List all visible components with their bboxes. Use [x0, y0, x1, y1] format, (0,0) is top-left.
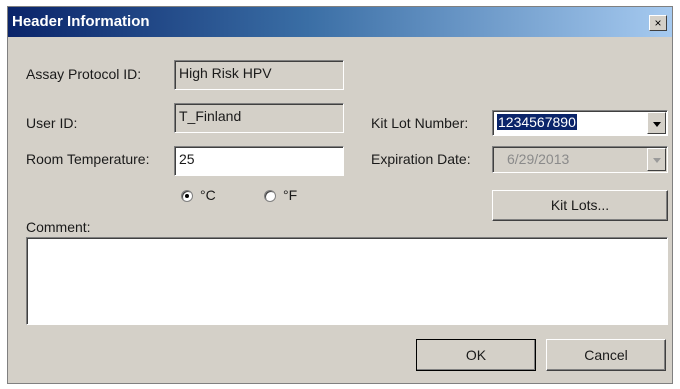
close-button[interactable]: × [649, 15, 667, 31]
chevron-down-icon[interactable] [647, 112, 666, 134]
close-icon: × [654, 16, 662, 30]
comment-textarea[interactable] [26, 237, 668, 325]
fahrenheit-label[interactable]: °F [283, 187, 297, 203]
title-bar[interactable]: Header Information × [8, 7, 672, 37]
fahrenheit-radio[interactable] [264, 190, 276, 202]
cancel-button[interactable]: Cancel [546, 339, 666, 371]
assay-protocol-id-value: High Risk HPV [179, 65, 272, 81]
user-id-field: T_Finland [174, 103, 344, 133]
comment-label: Comment: [26, 219, 91, 235]
chevron-down-icon [647, 148, 666, 171]
kit-lot-number-value: 1234567890 [497, 114, 577, 130]
assay-protocol-id-label: Assay Protocol ID: [26, 66, 142, 82]
header-information-dialog: Header Information × Assay Protocol ID: … [7, 6, 673, 384]
room-temperature-label: Room Temperature: [26, 151, 150, 167]
assay-protocol-id-field: High Risk HPV [174, 60, 344, 90]
kit-lots-button[interactable]: Kit Lots... [492, 190, 668, 221]
celsius-radio[interactable] [181, 190, 193, 202]
ok-button[interactable]: OK [416, 339, 536, 371]
kit-lot-number-label: Kit Lot Number: [371, 115, 469, 131]
user-id-value: T_Finland [179, 108, 242, 124]
celsius-label[interactable]: °C [200, 187, 216, 203]
user-id-label: User ID: [26, 115, 78, 131]
room-temperature-input[interactable]: 25 [174, 146, 344, 176]
room-temperature-value: 25 [179, 151, 195, 167]
expiration-date-select: 6/29/2013 [492, 146, 668, 173]
expiration-date-label: Expiration Date: [371, 151, 471, 167]
kit-lot-number-select[interactable]: 1234567890 [492, 110, 668, 136]
expiration-date-value: 6/29/2013 [507, 151, 570, 167]
dialog-title: Header Information [12, 13, 150, 30]
